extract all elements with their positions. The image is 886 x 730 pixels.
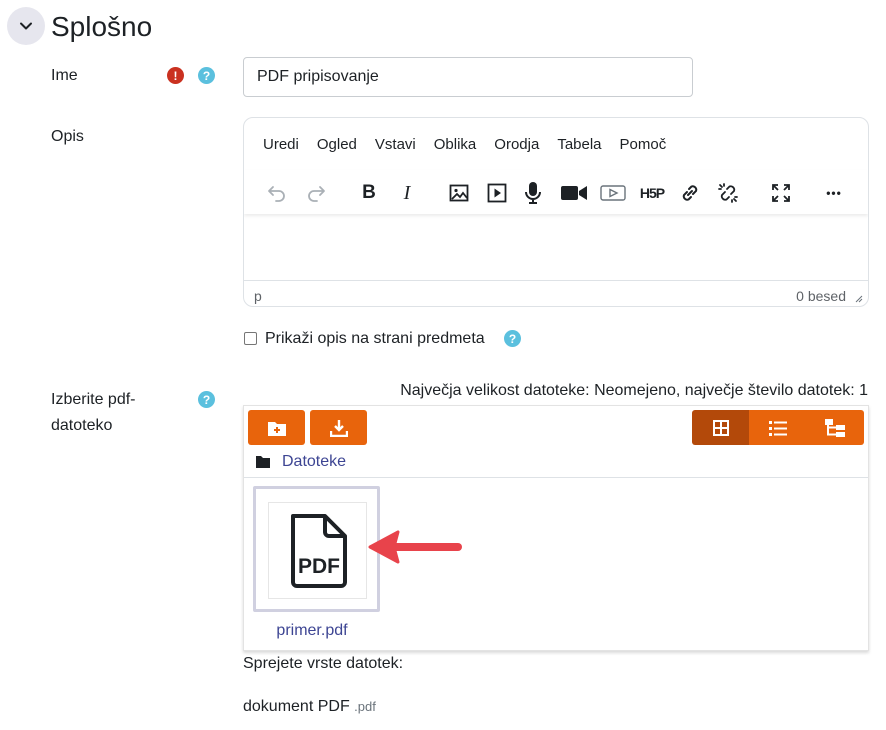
element-path[interactable]: p bbox=[254, 288, 262, 304]
add-file-icon bbox=[267, 421, 286, 436]
italic-icon[interactable]: I bbox=[392, 178, 422, 208]
accepted-types-title: Sprejete vrste datotek: bbox=[243, 655, 404, 672]
tree-view-button[interactable] bbox=[806, 410, 864, 445]
link-icon[interactable] bbox=[675, 178, 705, 208]
undo-icon[interactable] bbox=[262, 178, 292, 208]
file-picker-label-line2: datoteko bbox=[51, 417, 113, 434]
description-label: Opis bbox=[51, 128, 84, 145]
file-limits-info: Največja velikost datoteke: Neomejeno, n… bbox=[400, 382, 868, 399]
menu-ogled[interactable]: Ogled bbox=[308, 134, 366, 156]
add-file-button[interactable] bbox=[248, 410, 305, 445]
editor-menubar: Uredi Ogled Vstavi Oblika Orodja Tabela … bbox=[254, 134, 675, 156]
description-editor: Uredi Ogled Vstavi Oblika Orodja Tabela … bbox=[243, 117, 869, 307]
section-title: Splošno bbox=[51, 11, 153, 42]
menu-oblika[interactable]: Oblika bbox=[425, 134, 486, 156]
list-view-button[interactable] bbox=[749, 410, 807, 445]
breadcrumb: Datoteke bbox=[256, 453, 346, 471]
unlink-icon[interactable] bbox=[713, 178, 743, 208]
accepted-type-extension: .pdf bbox=[354, 699, 376, 714]
redo-icon[interactable] bbox=[301, 178, 331, 208]
editor-statusbar: p 0 besed bbox=[244, 280, 868, 306]
accepted-type-name: dokument PDF bbox=[243, 698, 350, 715]
h5p-icon[interactable]: H5P bbox=[636, 178, 668, 208]
menu-pomoc[interactable]: Pomoč bbox=[611, 134, 676, 156]
folder-icon bbox=[256, 456, 270, 468]
list-view-icon bbox=[768, 420, 787, 436]
download-icon bbox=[329, 419, 348, 437]
embed-video-icon[interactable] bbox=[598, 178, 628, 208]
pointer-arrow-icon bbox=[368, 530, 462, 564]
show-description-label[interactable]: Prikaži opis na strani predmeta bbox=[265, 326, 485, 352]
more-icon[interactable]: ••• bbox=[819, 178, 849, 208]
question-icon[interactable]: ? bbox=[198, 67, 215, 84]
editor-toolbar: B I H5P ••• bbox=[244, 170, 868, 214]
file-name-link[interactable]: primer.pdf bbox=[244, 622, 380, 640]
divider bbox=[244, 477, 868, 478]
fullscreen-icon[interactable] bbox=[766, 178, 796, 208]
video-camera-icon[interactable] bbox=[559, 178, 589, 208]
menu-orodja[interactable]: Orodja bbox=[485, 134, 548, 156]
file-thumbnail: PDF bbox=[268, 502, 367, 599]
download-button[interactable] bbox=[310, 410, 367, 445]
breadcrumb-root-link[interactable]: Datoteke bbox=[282, 453, 346, 471]
question-icon[interactable]: ? bbox=[198, 391, 215, 408]
tree-view-icon bbox=[825, 418, 846, 437]
bold-icon[interactable]: B bbox=[354, 178, 384, 208]
file-item[interactable]: PDF bbox=[253, 486, 380, 612]
show-description-checkbox[interactable] bbox=[244, 332, 257, 345]
media-icon[interactable] bbox=[482, 178, 512, 208]
menu-uredi[interactable]: Uredi bbox=[254, 134, 308, 156]
question-icon[interactable]: ? bbox=[504, 330, 521, 347]
image-icon[interactable] bbox=[444, 178, 474, 208]
section-collapse-button[interactable] bbox=[7, 7, 45, 45]
name-label: Ime bbox=[51, 67, 78, 84]
chevron-down-icon bbox=[20, 22, 32, 30]
editor-content-area[interactable] bbox=[244, 218, 868, 278]
name-input[interactable] bbox=[243, 57, 693, 97]
grid-view-icon bbox=[712, 419, 729, 436]
accepted-type-item: dokument PDF .pdf bbox=[243, 698, 376, 716]
exclamation-icon: ! bbox=[167, 67, 184, 84]
pdf-file-icon: PDF bbox=[290, 513, 347, 588]
file-manager: Datoteke PDF primer.pdf bbox=[243, 405, 869, 651]
pdf-icon-text: PDF bbox=[298, 555, 340, 578]
resize-handle-icon[interactable] bbox=[853, 293, 863, 303]
menu-tabela[interactable]: Tabela bbox=[548, 134, 610, 156]
file-picker-label-line1: Izberite pdf- bbox=[51, 391, 136, 408]
view-mode-switcher bbox=[692, 410, 864, 445]
word-count[interactable]: 0 besed bbox=[796, 288, 846, 304]
microphone-icon[interactable] bbox=[518, 178, 548, 208]
grid-view-button[interactable] bbox=[692, 410, 750, 445]
menu-vstavi[interactable]: Vstavi bbox=[366, 134, 425, 156]
